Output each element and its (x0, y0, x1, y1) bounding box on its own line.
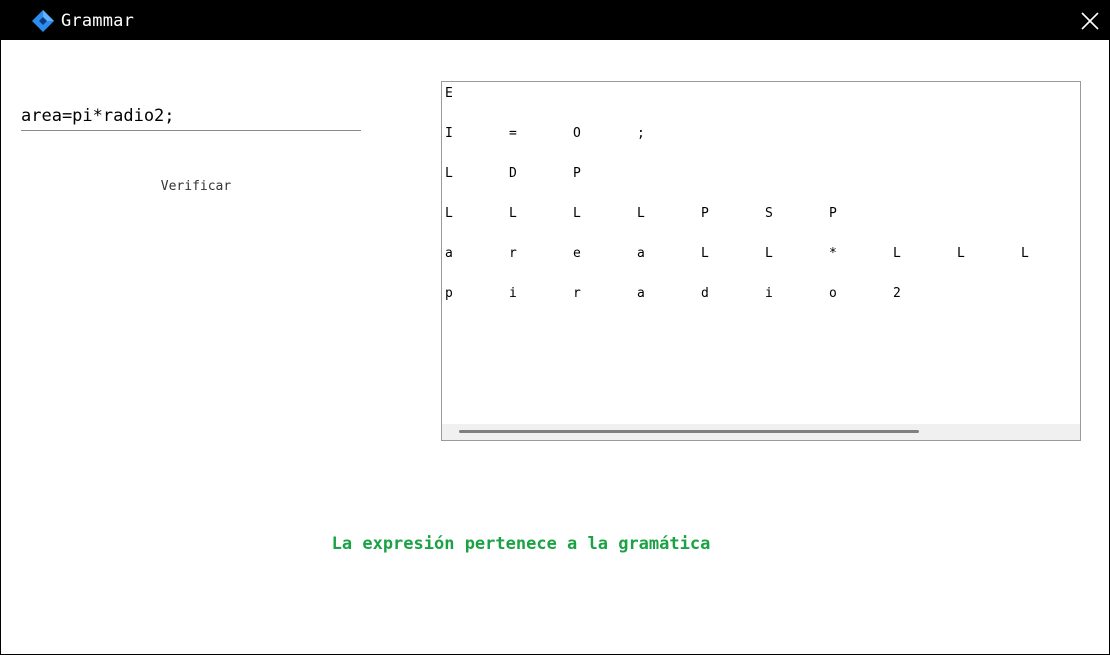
diamond-icon (31, 9, 55, 33)
tree-symbol: L (1021, 246, 1029, 261)
horizontal-scrollbar[interactable] (442, 424, 1080, 440)
tree-symbol: i (765, 286, 773, 301)
tree-symbol: L (637, 206, 645, 221)
tree-symbol: 2 (893, 286, 901, 301)
tree-symbol: p (445, 286, 453, 301)
tree-row: LDP (445, 164, 637, 184)
tree-symbol: P (573, 166, 581, 181)
tree-symbol: L (509, 206, 517, 221)
tree-symbol: o (829, 286, 837, 301)
tree-symbol: L (573, 206, 581, 221)
tree-symbol: L (765, 246, 773, 261)
tree-symbol: a (637, 246, 645, 261)
tree-symbol: L (893, 246, 901, 261)
result-message: La expresión pertenece a la gramática (331, 534, 711, 554)
tree-row: I = O; (445, 124, 701, 144)
tree-symbol: * (829, 246, 837, 261)
verify-button[interactable]: Verificar (151, 175, 241, 197)
tree-symbol: E (445, 86, 453, 101)
tree-symbol: O (573, 126, 581, 141)
tree-symbol: ; (637, 126, 645, 141)
tree-symbol: a (637, 286, 645, 301)
tree-symbol: r (573, 286, 581, 301)
tree-symbol: P (701, 206, 709, 221)
tree-symbol: L (445, 166, 453, 181)
tree-row: E (445, 84, 509, 104)
tree-symbol: i (509, 286, 517, 301)
close-icon[interactable] (1079, 10, 1101, 32)
title-bar: Grammar (1, 1, 1109, 40)
tree-symbol: D (509, 166, 517, 181)
tree-row: a r e a L L * L L L (445, 244, 1080, 264)
tree-symbol: d (701, 286, 709, 301)
tree-symbol: I (445, 126, 453, 141)
tree-symbol: S (765, 206, 773, 221)
tree-row: p i r a d i o 2 (445, 284, 957, 304)
tree-symbol: P (829, 206, 837, 221)
expression-input[interactable] (21, 101, 361, 131)
scrollbar-thumb[interactable] (459, 430, 919, 433)
grammar-window: Grammar Verificar p i r a d i o 2 a r e a L L * L L L L L L L… (0, 0, 1110, 655)
tree-symbol: L (701, 246, 709, 261)
tree-symbol: r (509, 246, 517, 261)
tree-symbol: L (957, 246, 965, 261)
tree-symbol: = (509, 126, 517, 141)
tree-symbol: e (573, 246, 581, 261)
window-title: Grammar (61, 11, 135, 31)
derivation-tree-panel: p i r a d i o 2 a r e a L L * L L L L L L L P S P L D P I = O; E (441, 81, 1081, 441)
tree-row: LLLLPSP (445, 204, 893, 224)
tree-symbol: L (445, 206, 453, 221)
tree-symbol: a (445, 246, 453, 261)
